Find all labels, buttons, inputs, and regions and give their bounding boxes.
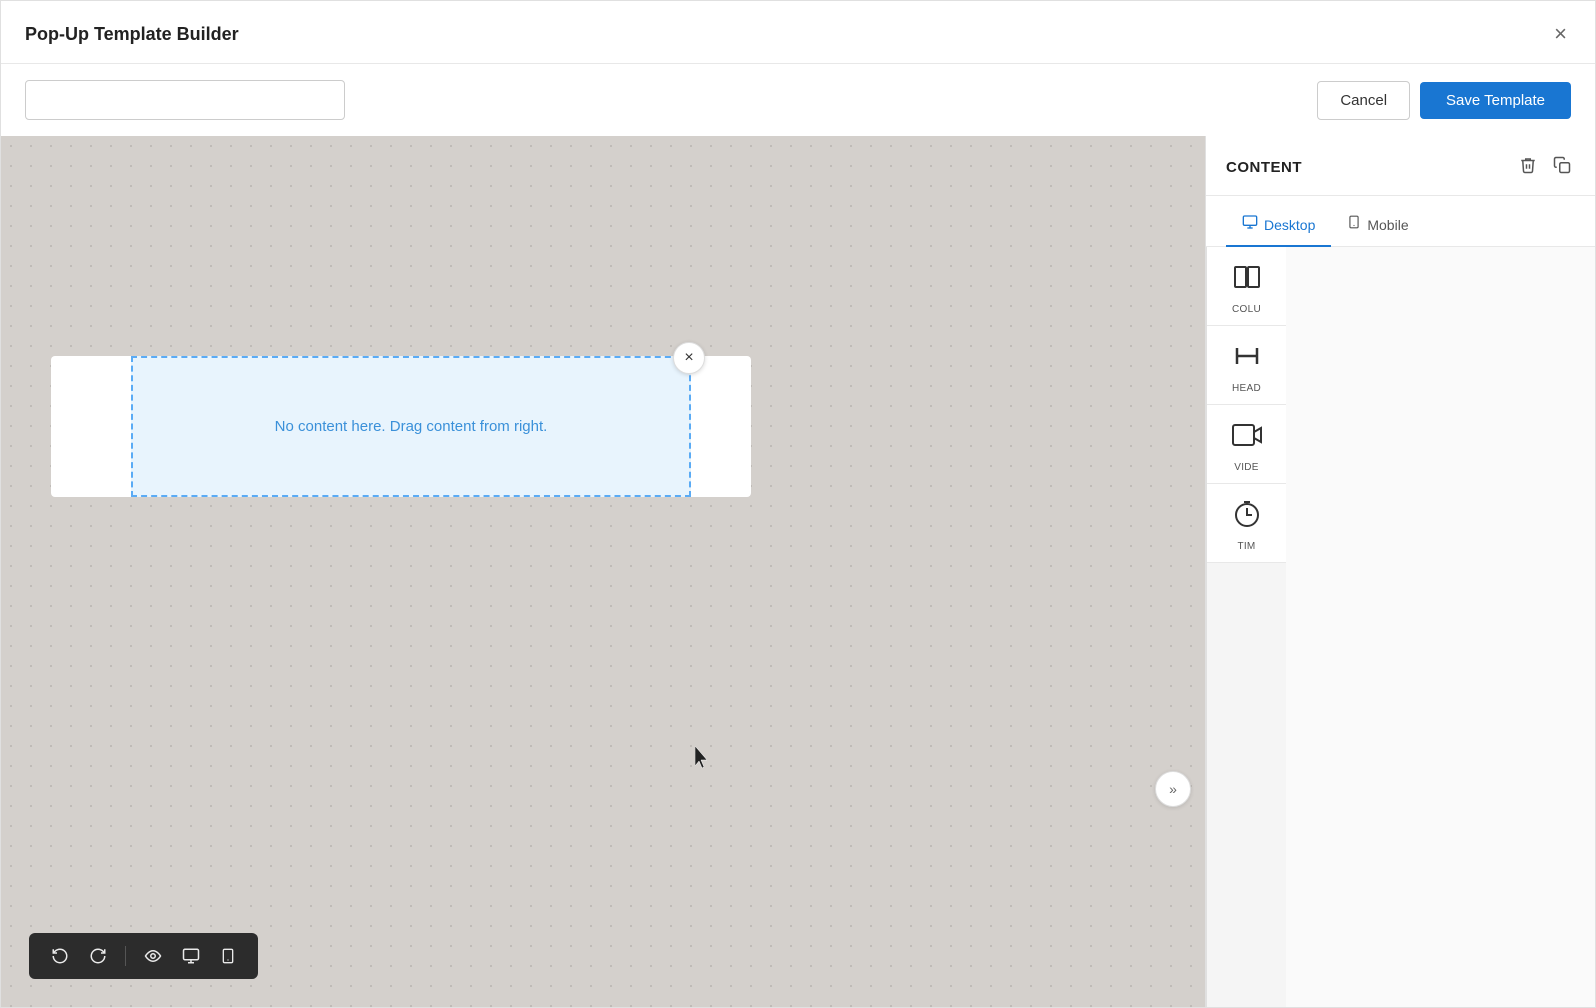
- mobile-tab-icon: [1347, 214, 1361, 235]
- popup-left-panel: [51, 356, 131, 497]
- sidebar-delete-button[interactable]: [1515, 152, 1541, 183]
- tab-desktop[interactable]: Desktop: [1226, 206, 1331, 247]
- popup-wrapper: No content here. Drag content from right…: [131, 356, 691, 497]
- dialog-close-button[interactable]: ×: [1550, 19, 1571, 49]
- video-icon: [1231, 419, 1263, 456]
- widget-timer[interactable]: TIM: [1207, 484, 1286, 563]
- tab-mobile[interactable]: Mobile: [1331, 206, 1424, 247]
- tab-desktop-label: Desktop: [1264, 217, 1315, 233]
- template-name-input[interactable]: [25, 80, 345, 120]
- dialog-container: Pop-Up Template Builder × Cancel Save Te…: [0, 0, 1596, 1008]
- mobile-view-button[interactable]: [214, 943, 242, 969]
- widget-timer-label: TIM: [1237, 541, 1255, 552]
- preview-button[interactable]: [138, 943, 168, 969]
- heading-icon: [1231, 340, 1263, 377]
- sidebar-inner: COLU HEAD: [1206, 247, 1595, 1007]
- desktop-view-button[interactable]: [176, 943, 206, 969]
- dialog-header: Pop-Up Template Builder ×: [1, 1, 1595, 64]
- no-content-label: No content here. Drag content from right…: [275, 418, 548, 435]
- widget-columns-label: COLU: [1232, 304, 1261, 315]
- widget-video-label: VIDE: [1234, 462, 1259, 473]
- toolbar-actions: Cancel Save Template: [1317, 81, 1571, 120]
- columns-icon: [1231, 261, 1263, 298]
- widget-heading[interactable]: HEAD: [1207, 326, 1286, 405]
- save-template-button[interactable]: Save Template: [1420, 82, 1571, 119]
- cancel-button[interactable]: Cancel: [1317, 81, 1410, 120]
- popup-content-area[interactable]: No content here. Drag content from right…: [131, 356, 691, 497]
- toolbar-divider: [125, 946, 126, 966]
- sidebar-header: CONTENT: [1206, 136, 1595, 196]
- popup-block: No content here. Drag content from right…: [51, 356, 751, 497]
- sidebar-header-icons: [1515, 152, 1575, 183]
- canvas-area: No content here. Drag content from right…: [1, 136, 1205, 1007]
- sidebar-content-area: [1286, 247, 1595, 1007]
- popup-close-button[interactable]: ×: [673, 342, 705, 374]
- tab-mobile-label: Mobile: [1367, 217, 1408, 233]
- sidebar-title: CONTENT: [1226, 159, 1302, 176]
- expand-panel-button[interactable]: »: [1155, 771, 1191, 807]
- widget-strip: COLU HEAD: [1206, 247, 1286, 1007]
- undo-button[interactable]: [45, 943, 75, 969]
- timer-icon: [1231, 498, 1263, 535]
- widget-heading-label: HEAD: [1232, 383, 1261, 394]
- view-tabs: Desktop Mobile: [1206, 196, 1595, 247]
- right-sidebar: CONTENT Desktop: [1205, 136, 1595, 1007]
- desktop-tab-icon: [1242, 214, 1258, 235]
- bottom-toolbar: [29, 933, 258, 979]
- popup-right-panel: [691, 356, 751, 497]
- widget-video[interactable]: VIDE: [1207, 405, 1286, 484]
- main-area: No content here. Drag content from right…: [1, 136, 1595, 1007]
- toolbar-row: Cancel Save Template: [1, 64, 1595, 136]
- dialog-title: Pop-Up Template Builder: [25, 24, 239, 45]
- redo-button[interactable]: [83, 943, 113, 969]
- widget-columns[interactable]: COLU: [1207, 247, 1286, 326]
- cursor-indicator: [695, 746, 711, 768]
- sidebar-copy-button[interactable]: [1549, 152, 1575, 183]
